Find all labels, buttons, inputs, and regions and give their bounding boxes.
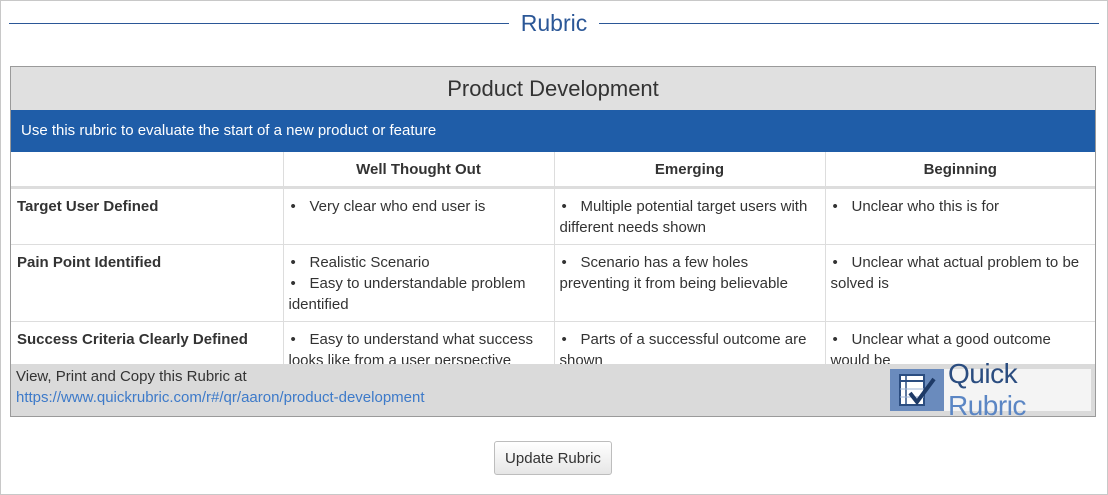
update-rubric-button[interactable]: Update Rubric <box>494 441 612 475</box>
bullet-icon: • <box>290 254 296 271</box>
logo-word-quick: Quick <box>948 358 1018 389</box>
footer-text: View, Print and Copy this Rubric at <box>16 368 247 385</box>
bullet-icon: • <box>832 254 838 271</box>
section-heading: Rubric <box>9 7 1099 39</box>
bullet-icon: • <box>561 198 567 215</box>
bullet-text: Unclear what actual problem to be solved… <box>830 254 1080 292</box>
column-header: Well Thought Out <box>283 152 555 189</box>
bullet-icon: • <box>561 254 567 271</box>
bullet-text: Multiple potential target users with dif… <box>559 198 808 236</box>
bullet-icon: • <box>832 331 838 348</box>
rubric-cell: • Unclear who this is for <box>825 187 1095 245</box>
bullet-text: Realistic Scenario <box>309 254 430 271</box>
bullet-item: • Easy to understandable problem identifi… <box>289 273 549 315</box>
bullet-icon: • <box>832 198 838 215</box>
rubric-link[interactable]: https://www.quickrubric.com/r#/qr/aaron/… <box>16 387 425 408</box>
rubric-cell: • Realistic Scenario • Easy to understanda… <box>283 244 555 322</box>
bullet-text: Unclear who this is for <box>851 198 1000 215</box>
bullet-item: • Scenario has a few holes preventing it … <box>560 252 820 294</box>
bullet-icon: • <box>290 331 296 348</box>
bullet-icon: • <box>290 198 296 215</box>
quick-rubric-logo: Quick Rubric <box>890 358 1091 421</box>
column-header: Beginning <box>825 152 1095 189</box>
bullet-text: Scenario has a few holes preventing it f… <box>559 254 788 292</box>
table-row: Target User Defined • Very clear who end … <box>11 187 1095 245</box>
rubric-title: Product Development <box>11 67 1095 110</box>
bullet-item: • Unclear what actual problem to be solve… <box>831 252 1091 294</box>
bullet-item: • Very clear who end user is <box>289 196 549 217</box>
rubric-cell: • Unclear what actual problem to be solve… <box>825 244 1095 322</box>
rubric-description: Use this rubric to evaluate the start of… <box>11 110 1095 152</box>
rubric-table: Well Thought Out Emerging Beginning Targ… <box>11 152 1095 378</box>
bullet-text: Easy to understandable problem identifie… <box>288 275 526 313</box>
rubric-footer: View, Print and Copy this Rubric at http… <box>11 358 1095 421</box>
column-header: Emerging <box>554 152 826 189</box>
rubric-header-row: Well Thought Out Emerging Beginning <box>11 152 1095 189</box>
bullet-text: Very clear who end user is <box>309 198 486 215</box>
bullet-item: • Unclear who this is for <box>831 196 1091 217</box>
heading-rule-right <box>599 22 1099 24</box>
rubric-cell: • Very clear who end user is <box>283 187 555 245</box>
logo-word-rubric: Rubric <box>948 390 1026 421</box>
rubric-cell: • Scenario has a few holes preventing it … <box>554 244 826 322</box>
logo-wordmark: Quick Rubric <box>944 358 1091 422</box>
bullet-icon: • <box>561 331 567 348</box>
rubric-panel: Rubric Product Development Use this rubr… <box>0 0 1108 495</box>
rubric-cell: • Multiple potential target users with di… <box>554 187 826 245</box>
bullet-item: • Multiple potential target users with di… <box>560 196 820 238</box>
checklist-icon <box>890 369 944 411</box>
section-title: Rubric <box>520 10 588 36</box>
table-row: Pain Point Identified • Realistic Scenari… <box>11 244 1095 322</box>
heading-rule-left <box>9 22 509 24</box>
column-header <box>11 152 284 189</box>
rubric-card: Product Development Use this rubric to e… <box>10 66 1096 421</box>
criterion-cell: Pain Point Identified <box>11 244 284 322</box>
bullet-icon: • <box>290 275 296 292</box>
bullet-item: • Realistic Scenario <box>289 252 549 273</box>
criterion-cell: Target User Defined <box>11 187 284 245</box>
